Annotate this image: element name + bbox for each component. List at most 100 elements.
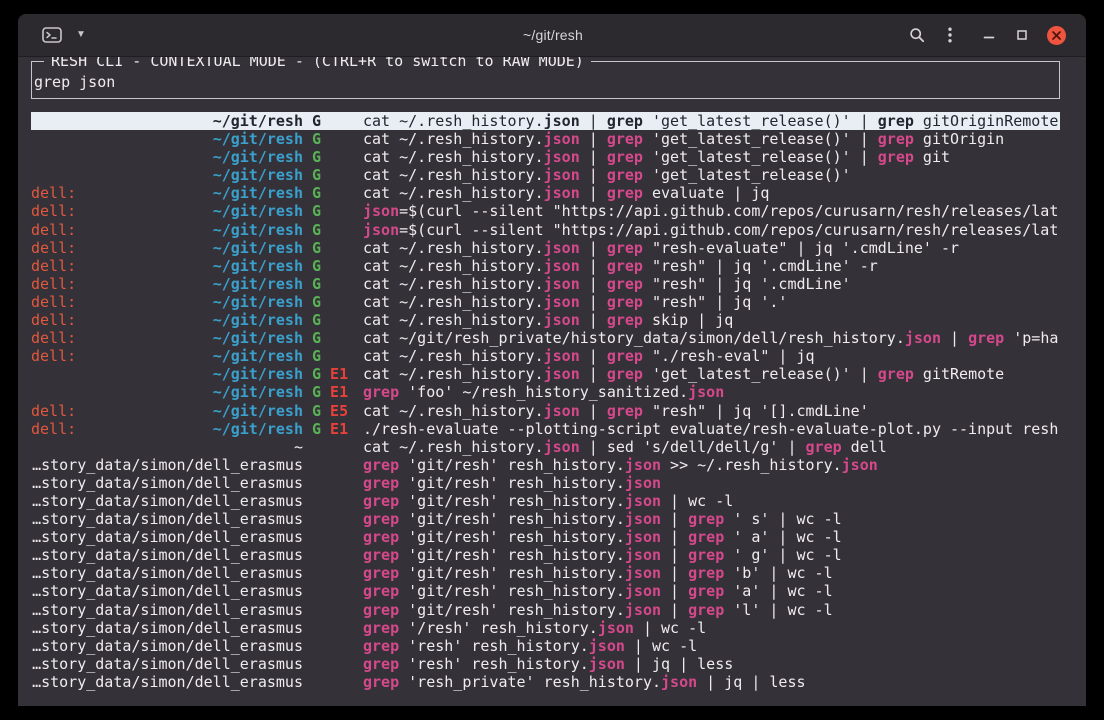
row-location: dell:~/git/resh xyxy=(31,184,303,202)
command-segment: | xyxy=(580,293,607,311)
search-button[interactable] xyxy=(907,25,927,45)
history-row[interactable]: ~cat ~/.resh_history.json | sed 's/dell/… xyxy=(31,438,1060,456)
host-label: dell: xyxy=(31,239,76,257)
close-button[interactable] xyxy=(1047,26,1066,45)
flags-label xyxy=(303,456,363,474)
command-segment: "resh-evaluate" | jq '.cmdLine' -r xyxy=(643,239,959,257)
restore-icon xyxy=(1016,29,1028,41)
history-row[interactable]: …story_data/simon/dell_erasmusgrep 'git/… xyxy=(31,582,1060,600)
flags-label: G xyxy=(303,184,363,202)
minimize-button[interactable] xyxy=(981,27,997,43)
command-text: grep 'resh_private' resh_history.json | … xyxy=(363,673,1060,691)
tab-dropdown-button[interactable]: ▼ xyxy=(74,28,88,42)
history-row[interactable]: ~/git/reshGcat ~/.resh_history.json | gr… xyxy=(31,130,1060,148)
row-location: dell:~/git/resh xyxy=(31,329,303,347)
command-segment: | xyxy=(661,564,688,582)
history-row[interactable]: …story_data/simon/dell_erasmus grep 'resh… xyxy=(31,655,1060,673)
match-highlight: grep xyxy=(968,329,1004,347)
command-segment: 'resh' resh_history. xyxy=(399,655,589,673)
match-highlight: grep xyxy=(688,582,724,600)
command-segment: | xyxy=(580,166,607,184)
directory-label: …story_data/simon/dell_erasmus xyxy=(32,655,303,673)
row-location: …story_data/simon/dell_erasmus xyxy=(31,528,303,546)
terminal-content[interactable]: RESH CLI - CONTEXTUAL MODE - (CTRL+R to … xyxy=(18,57,1086,706)
directory-label: …story_data/simon/dell_erasmus xyxy=(32,456,303,474)
history-row[interactable]: dell:~/git/reshG E5cat ~/.resh_history.j… xyxy=(31,402,1060,420)
flags-label: G E5 xyxy=(303,402,363,420)
command-text: cat ~/git/resh_private/history_data/simo… xyxy=(363,329,1060,347)
command-segment: =$(curl --silent "https://api.github.com… xyxy=(399,221,1058,239)
history-row[interactable]: dell:~/git/reshGcat ~/.resh_history.json… xyxy=(31,293,1060,311)
match-highlight: grep xyxy=(607,239,643,257)
history-row[interactable]: …story_data/simon/dell_erasmusgrep 'git/… xyxy=(31,474,1060,492)
flags-label: G E1 xyxy=(303,420,363,438)
command-text: grep 'foo' ~/resh_history_sanitized.json xyxy=(363,383,1060,401)
history-row[interactable]: dell:~/git/reshGjson=$(curl --silent "ht… xyxy=(31,202,1060,220)
menu-button[interactable] xyxy=(946,25,954,45)
command-segment: gitOrigin xyxy=(914,130,1004,148)
history-row[interactable]: dell:~/git/reshGcat ~/.resh_history.json… xyxy=(31,311,1060,329)
history-row[interactable]: …story_data/simon/dell_erasmusgrep 'git/… xyxy=(31,492,1060,510)
command-text: cat ~/.resh_history.json | grep 'get_lat… xyxy=(363,166,1060,184)
history-row[interactable]: dell:~/git/reshGcat ~/.resh_history.json… xyxy=(31,275,1060,293)
command-segment: 'git/resh' resh_history. xyxy=(399,492,625,510)
history-row[interactable]: …story_data/simon/dell_erasmusgrep 'git/… xyxy=(31,564,1060,582)
flags-label: G xyxy=(303,166,363,184)
restore-button[interactable] xyxy=(1014,27,1030,43)
match-highlight: json xyxy=(544,184,580,202)
directory-label: ~/git/resh xyxy=(213,202,303,220)
match-highlight: grep xyxy=(878,365,914,383)
row-location: …story_data/simon/dell_erasmus xyxy=(31,582,303,600)
history-row[interactable]: …story_data/simon/dell_erasmusgrep 'resh… xyxy=(31,637,1060,655)
flags-label xyxy=(303,655,363,673)
flags-label: G xyxy=(303,202,363,220)
command-segment: | xyxy=(580,311,607,329)
flag-G: G xyxy=(312,184,321,202)
command-text: cat ~/.resh_history.json | grep skip | j… xyxy=(363,311,1060,329)
history-row[interactable]: dell:~/git/reshGcat ~/.resh_history.json… xyxy=(31,347,1060,365)
history-row[interactable]: …story_data/simon/dell_erasmusgrep '/res… xyxy=(31,619,1060,637)
directory-label: ~/git/resh xyxy=(213,420,303,438)
history-row[interactable]: dell:~/git/reshGjson=$(curl --silent "ht… xyxy=(31,221,1060,239)
command-segment: 'get_latest_release()' | xyxy=(643,365,878,383)
command-segment: "resh" | jq '[].cmdLine' xyxy=(643,402,869,420)
new-terminal-button[interactable] xyxy=(40,25,64,45)
history-row[interactable]: ~/git/reshGcat ~/.resh_history.json | gr… xyxy=(31,112,1060,130)
directory-label: ~/git/resh xyxy=(213,221,303,239)
history-row[interactable]: …story_data/simon/dell_erasmusgrep 'resh… xyxy=(31,673,1060,691)
row-location: ~ xyxy=(31,438,303,456)
command-segment: | wc -l xyxy=(661,492,733,510)
history-row[interactable]: dell:~/git/reshGcat ~/git/resh_private/h… xyxy=(31,329,1060,347)
history-row[interactable]: ~/git/reshGcat ~/.resh_history.json | gr… xyxy=(31,148,1060,166)
match-highlight: json xyxy=(544,365,580,383)
close-icon xyxy=(1052,31,1061,40)
flag-G: G xyxy=(312,275,321,293)
match-highlight: grep xyxy=(363,655,399,673)
history-row[interactable]: dell:~/git/reshGcat ~/.resh_history.json… xyxy=(31,257,1060,275)
history-row[interactable]: dell:~/git/reshGcat ~/.resh_history.json… xyxy=(31,239,1060,257)
row-location: ~/git/resh xyxy=(31,148,303,166)
flag-G: G xyxy=(312,166,321,184)
flags-label: G E1 xyxy=(303,383,363,401)
history-row[interactable]: …story_data/simon/dell_erasmusgrep 'git/… xyxy=(31,456,1060,474)
match-highlight: grep xyxy=(607,347,643,365)
history-row[interactable]: ~/git/reshG E1grep 'foo' ~/resh_history_… xyxy=(31,383,1060,401)
flags-label xyxy=(303,601,363,619)
history-row[interactable]: dell:~/git/reshG E1./resh-evaluate --plo… xyxy=(31,420,1060,438)
command-segment: =$(curl --silent "https://api.github.com… xyxy=(399,202,1058,220)
directory-label: ~/git/resh xyxy=(213,148,303,166)
history-row[interactable]: …story_data/simon/dell_erasmusgrep 'git/… xyxy=(31,510,1060,528)
match-highlight: grep xyxy=(363,383,399,401)
history-row[interactable]: …story_data/simon/dell_erasmusgrep 'git/… xyxy=(31,546,1060,564)
history-row[interactable]: ~/git/reshGcat ~/.resh_history.json | gr… xyxy=(31,166,1060,184)
command-segment: 'git/resh' resh_history. xyxy=(399,456,625,474)
history-row[interactable]: …story_data/simon/dell_erasmusgrep 'git/… xyxy=(31,528,1060,546)
command-segment: cat ~/.resh_history. xyxy=(363,275,544,293)
command-text: grep 'resh' resh_history.json | jq | les… xyxy=(363,655,1060,673)
command-segment: | xyxy=(580,130,607,148)
command-segment: 'p=ha xyxy=(1004,329,1058,347)
history-row[interactable]: ~/git/reshG E1cat ~/.resh_history.json |… xyxy=(31,365,1060,383)
history-row[interactable]: dell:~/git/reshGcat ~/.resh_history.json… xyxy=(31,184,1060,202)
history-row[interactable]: …story_data/simon/dell_erasmusgrep 'git/… xyxy=(31,601,1060,619)
command-text: json=$(curl --silent "https://api.github… xyxy=(363,202,1060,220)
